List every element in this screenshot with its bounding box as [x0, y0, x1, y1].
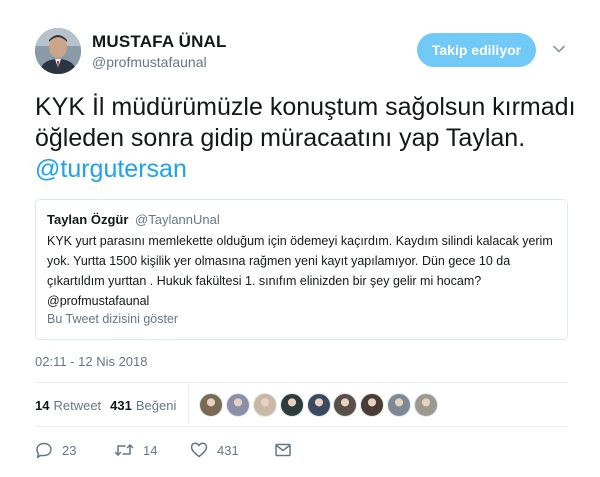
retweet-action[interactable]: 14 [114, 441, 190, 459]
show-thread-link[interactable]: Bu Tweet dizisini göster [47, 312, 178, 326]
heart-icon [190, 442, 208, 458]
quoted-tweet-text: KYK yurt parasını memlekette olduğum içi… [47, 234, 553, 308]
chevron-down-icon[interactable] [552, 42, 566, 56]
envelope-icon [275, 443, 291, 457]
tweet-timestamp[interactable]: 02:11 - 12 Nis 2018 [35, 354, 148, 369]
tweet-stats: 14 Retweet 431 Beğeni [35, 398, 185, 413]
liker-avatar-7[interactable] [360, 393, 385, 417]
like-count: 431 [217, 442, 239, 458]
direct-message-action[interactable] [274, 441, 292, 459]
quoted-tweet-header: Taylan Özgür @TaylannUnal [47, 212, 220, 227]
divider [35, 382, 568, 383]
mention-link[interactable]: @turgutersan [35, 155, 187, 183]
quoted-tweet[interactable]: Taylan Özgür @TaylannUnal KYK yurt paras… [35, 199, 568, 340]
liker-avatars [199, 393, 441, 417]
like-action[interactable]: 431 [190, 441, 274, 459]
liker-avatar-6[interactable] [333, 393, 358, 417]
retweet-stat[interactable]: 14 Retweet [35, 398, 101, 413]
quoted-author-handle: @TaylannUnal [135, 212, 220, 227]
following-button[interactable]: Takip ediliyor [417, 33, 536, 67]
stat-divider [188, 385, 189, 423]
retweet-count: 14 [143, 442, 158, 458]
liker-avatar-5[interactable] [306, 393, 331, 417]
tweet-text: KYK İl müdürümüzle konuştum sağolsun kır… [35, 92, 580, 185]
author-name[interactable]: MUSTAFA ÜNAL [92, 32, 227, 52]
liker-avatar-1[interactable] [199, 393, 223, 417]
reply-count: 23 [62, 442, 77, 458]
like-stat-label: Beğeni [135, 398, 177, 413]
tweet: MUSTAFA ÜNAL @profmustafaunal Takip edil… [0, 0, 600, 477]
divider [35, 426, 568, 427]
liker-avatar-4[interactable] [279, 393, 304, 417]
author-avatar[interactable] [35, 28, 81, 74]
liker-avatar-9[interactable] [414, 393, 439, 417]
quoted-author-name: Taylan Özgür [47, 212, 129, 227]
reply-action[interactable]: 23 [35, 441, 114, 459]
like-stat-count: 431 [110, 398, 132, 413]
tweet-actions: 23 14 431 [35, 441, 292, 459]
reply-icon [36, 442, 52, 459]
like-stat[interactable]: 431 Beğeni [110, 398, 176, 413]
liker-avatar-3[interactable] [252, 393, 277, 417]
tweet-body: KYK İl müdürümüzle konuştum sağolsun kır… [35, 93, 576, 152]
author-handle[interactable]: @profmustafaunal [92, 54, 207, 70]
retweet-stat-label: Retweet [53, 398, 102, 413]
liker-avatar-2[interactable] [225, 393, 250, 417]
liker-avatar-8[interactable] [387, 393, 412, 417]
retweet-icon [114, 444, 134, 456]
retweet-stat-count: 14 [35, 398, 50, 413]
